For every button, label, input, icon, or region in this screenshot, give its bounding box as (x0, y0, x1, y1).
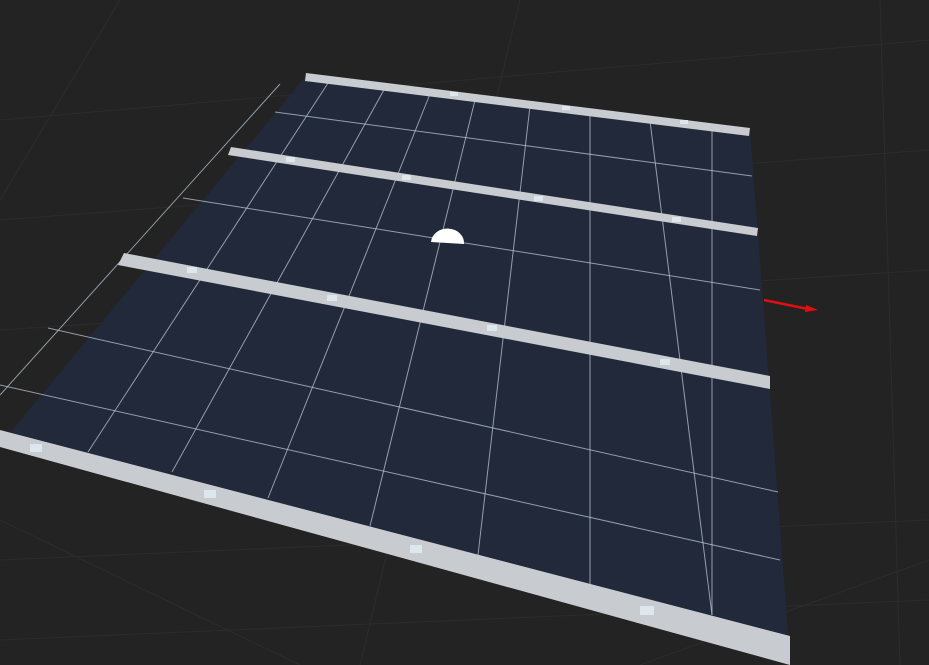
wall-marker (562, 106, 570, 110)
wall-marker (30, 444, 42, 452)
scene-canvas[interactable] (0, 0, 929, 665)
wall-marker (402, 175, 411, 180)
ground-grid-line (879, 0, 901, 665)
x-axis-arrow-icon[interactable] (763, 298, 818, 312)
wall-marker (660, 359, 670, 365)
wall-marker (640, 606, 654, 615)
wall-marker (187, 267, 197, 273)
ground-grid-line (0, 519, 301, 665)
wall-marker (534, 196, 543, 201)
wall-marker (204, 490, 216, 498)
wall-marker (450, 92, 458, 96)
wall-marker (410, 545, 422, 553)
wall-marker (672, 217, 681, 222)
wall-marker (327, 295, 337, 301)
wall-marker (286, 157, 295, 162)
3d-viewport[interactable] (0, 0, 929, 665)
ground-grid-line (0, 0, 121, 201)
ground-grid-line (0, 599, 929, 641)
wall-marker (487, 325, 497, 331)
wall-marker (680, 120, 688, 124)
